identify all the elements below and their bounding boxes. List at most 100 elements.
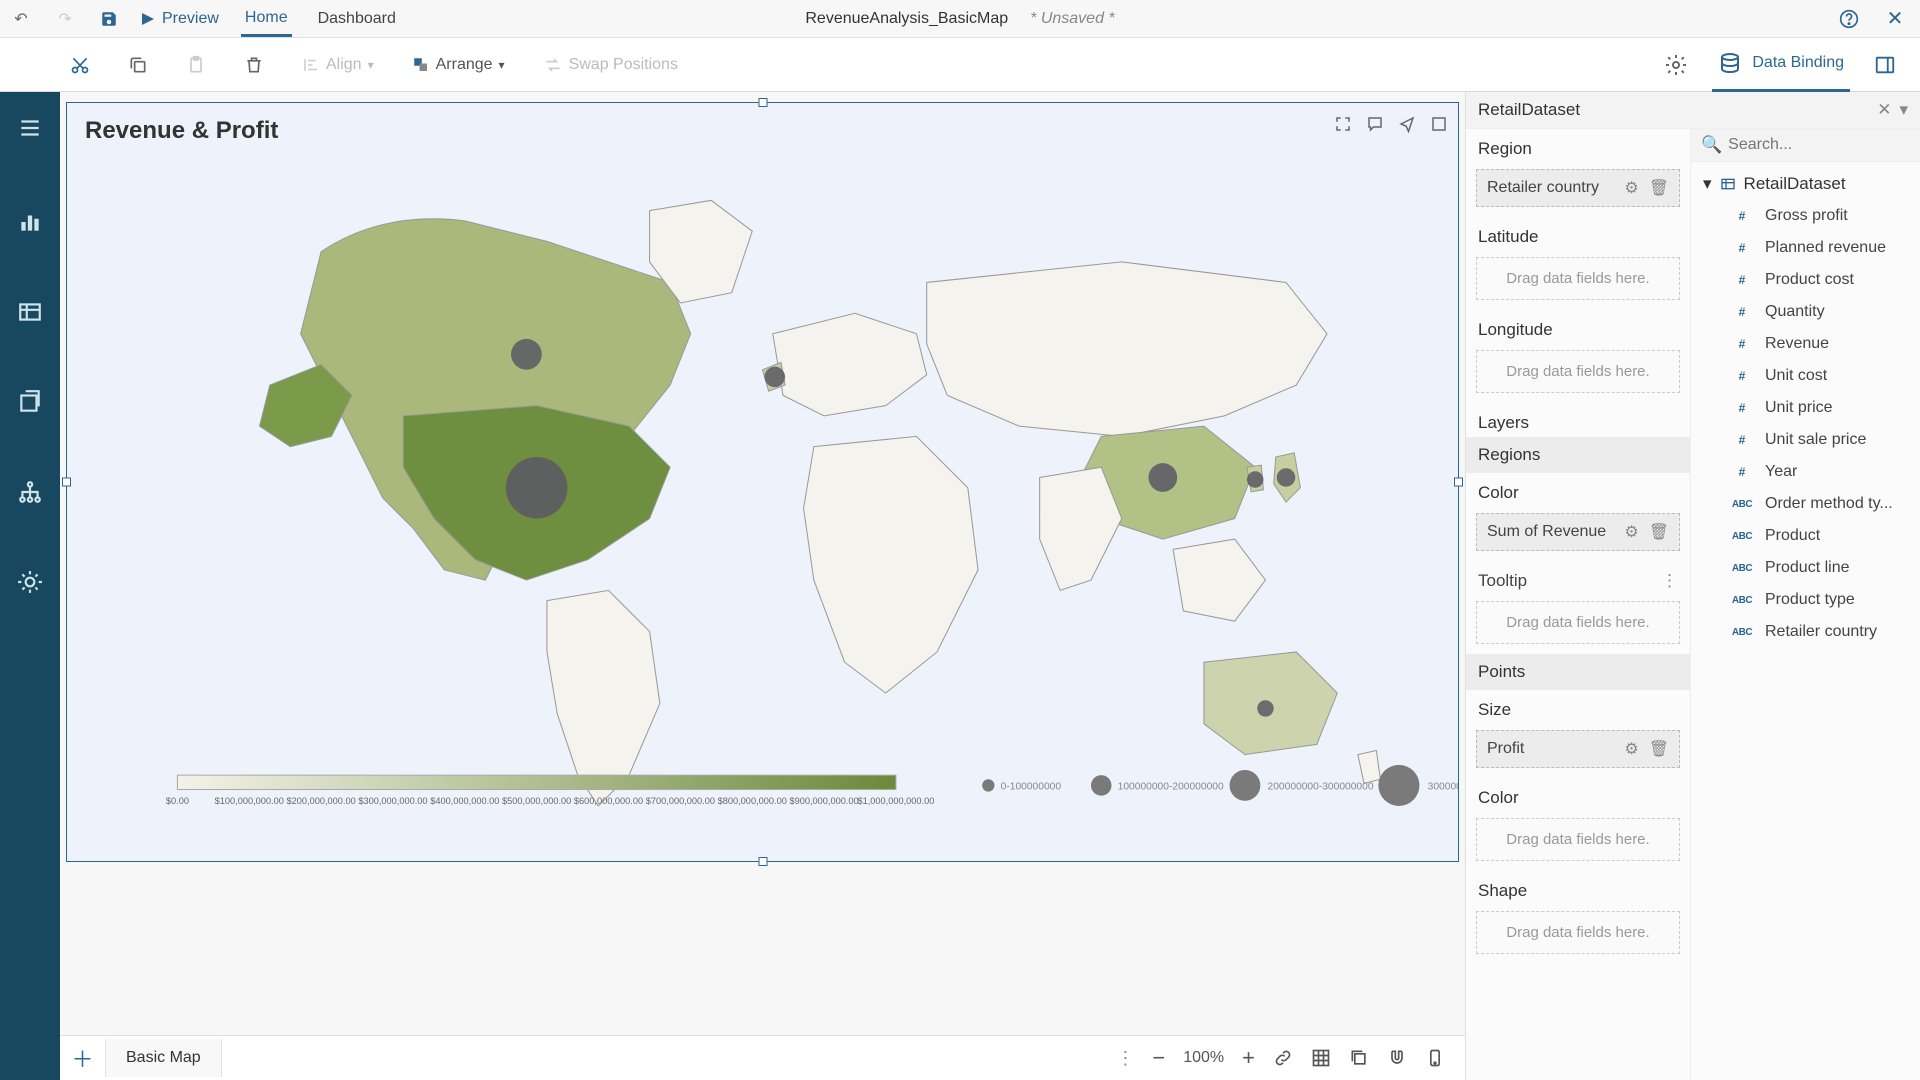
- canvas-area: Revenue & Profit: [60, 92, 1465, 1080]
- save-icon[interactable]: [98, 8, 120, 30]
- zoom-in-button[interactable]: +: [1242, 1045, 1255, 1071]
- longitude-label: Longitude: [1466, 310, 1690, 344]
- size-binding[interactable]: Profit ⚙ 🗑: [1476, 730, 1680, 768]
- field-item[interactable]: #Revenue: [1721, 328, 1916, 360]
- field-item[interactable]: #Unit sale price: [1721, 424, 1916, 456]
- data-binding-tab[interactable]: Data Binding: [1712, 37, 1850, 92]
- sheet-tabs-bar: ＋ Basic Map ⋮ − 100% +: [60, 1035, 1465, 1080]
- close-icon[interactable]: ✕: [1884, 8, 1906, 30]
- field-item[interactable]: ABCRetailer country: [1721, 616, 1916, 648]
- gear-icon[interactable]: ⚙: [1624, 739, 1638, 759]
- resize-handle-bottom[interactable]: [758, 857, 767, 866]
- legend-tick: $400,000,000.00: [430, 796, 499, 806]
- field-item[interactable]: ABCOrder method ty...: [1721, 488, 1916, 520]
- trash-icon[interactable]: 🗑: [1649, 178, 1669, 198]
- field-item[interactable]: #Planned revenue: [1721, 232, 1916, 264]
- point-bucket: 300000000-400000000: [1428, 782, 1458, 793]
- swap-label: Swap Positions: [569, 56, 678, 74]
- field-name: Product type: [1765, 591, 1855, 609]
- search-icon: 🔍: [1701, 135, 1722, 155]
- trash-icon[interactable]: 🗑: [1649, 522, 1669, 542]
- shape-dropzone[interactable]: Drag data fields here.: [1476, 911, 1680, 954]
- undo-icon[interactable]: ↶: [10, 8, 32, 30]
- delete-button[interactable]: [244, 55, 264, 75]
- redo-icon[interactable]: ↷: [54, 8, 76, 30]
- map-container: $0.00 $100,000,000.00 $200,000,000.00 $3…: [67, 149, 1458, 847]
- share-icon[interactable]: [1398, 115, 1416, 133]
- comment-icon[interactable]: [1366, 115, 1384, 133]
- field-item[interactable]: #Product cost: [1721, 264, 1916, 296]
- region-color-binding[interactable]: Sum of Revenue ⚙ 🗑: [1476, 513, 1680, 551]
- add-sheet-button[interactable]: ＋: [60, 1042, 105, 1074]
- latitude-dropzone[interactable]: Drag data fields here.: [1476, 257, 1680, 300]
- region-label: Region: [1466, 129, 1690, 163]
- point-bucket: 200000000-300000000: [1268, 782, 1374, 793]
- zoom-out-button[interactable]: −: [1152, 1045, 1165, 1071]
- field-item[interactable]: #Unit cost: [1721, 360, 1916, 392]
- region-binding[interactable]: Retailer country ⚙ 🗑: [1476, 169, 1680, 207]
- gear-icon[interactable]: ⚙: [1624, 522, 1638, 542]
- dataset-selector[interactable]: [1478, 100, 1869, 120]
- arrange-button[interactable]: Arrange ▾: [412, 56, 505, 74]
- paste-button[interactable]: [186, 55, 206, 75]
- legend-tick: $800,000,000.00: [718, 796, 787, 806]
- arrange-label: Arrange: [436, 56, 493, 74]
- export-icon[interactable]: [1430, 115, 1448, 133]
- tab-home[interactable]: Home: [241, 1, 292, 37]
- numeric-type-icon: #: [1729, 401, 1755, 415]
- nav-tables-icon[interactable]: [0, 282, 60, 342]
- align-button[interactable]: Align ▾: [302, 56, 374, 74]
- data-binding-panel: ✕ ▾ Region Retailer country ⚙ 🗑 Latitude…: [1465, 92, 1920, 1080]
- more-icon[interactable]: ⋮: [1661, 571, 1678, 591]
- nav-hierarchy-icon[interactable]: [0, 462, 60, 522]
- field-item[interactable]: #Gross profit: [1721, 200, 1916, 232]
- fullscreen-icon[interactable]: [1334, 115, 1352, 133]
- field-name: Product: [1765, 527, 1820, 545]
- numeric-type-icon: #: [1729, 465, 1755, 479]
- text-type-icon: ABC: [1729, 563, 1755, 574]
- menu-icon[interactable]: [0, 98, 60, 158]
- map-widget[interactable]: Revenue & Profit: [66, 102, 1459, 862]
- tooltip-dropzone[interactable]: Drag data fields here.: [1476, 601, 1680, 644]
- swap-positions-button[interactable]: Swap Positions: [543, 55, 678, 75]
- text-type-icon: ABC: [1729, 627, 1755, 638]
- tab-dashboard[interactable]: Dashboard: [314, 2, 400, 36]
- dataset-tree-root[interactable]: ▾ RetailDataset: [1695, 168, 1916, 200]
- cut-button[interactable]: [70, 55, 90, 75]
- chart-title: Revenue & Profit: [67, 103, 1458, 149]
- field-item[interactable]: #Unit price: [1721, 392, 1916, 424]
- settings-icon[interactable]: [1664, 53, 1688, 77]
- toggle-panel-icon[interactable]: [1874, 54, 1896, 76]
- trash-icon[interactable]: 🗑: [1649, 739, 1669, 759]
- sheet-tab[interactable]: Basic Map: [105, 1039, 222, 1077]
- link-icon[interactable]: [1273, 1048, 1293, 1068]
- duplicate-icon[interactable]: [1349, 1048, 1369, 1068]
- document-title: RevenueAnalysis_BasicMap: [805, 10, 1008, 28]
- resize-handle-top[interactable]: [758, 98, 767, 107]
- top-bar: ↶ ↷ Preview Home Dashboard RevenueAnalys…: [0, 0, 1920, 38]
- longitude-dropzone[interactable]: Drag data fields here.: [1476, 350, 1680, 393]
- nav-charts-icon[interactable]: [0, 192, 60, 252]
- clear-dataset-icon[interactable]: ✕: [1877, 100, 1891, 120]
- field-item[interactable]: #Quantity: [1721, 296, 1916, 328]
- copy-button[interactable]: [128, 55, 148, 75]
- point-color-label: Color: [1466, 778, 1690, 812]
- gear-icon[interactable]: ⚙: [1624, 178, 1638, 198]
- field-item[interactable]: ABC Product type: [1721, 584, 1916, 616]
- nav-insights-icon[interactable]: [0, 552, 60, 612]
- grid-icon[interactable]: [1311, 1048, 1331, 1068]
- field-item[interactable]: ABCProduct line: [1721, 552, 1916, 584]
- field-search-input[interactable]: [1728, 136, 1910, 154]
- preview-button[interactable]: Preview: [142, 10, 219, 28]
- point-color-dropzone[interactable]: Drag data fields here.: [1476, 818, 1680, 861]
- device-icon[interactable]: [1425, 1048, 1445, 1068]
- text-type-icon: ABC: [1729, 595, 1755, 606]
- field-item[interactable]: ABCProduct: [1721, 520, 1916, 552]
- field-name: Revenue: [1765, 335, 1829, 353]
- snap-icon[interactable]: [1387, 1048, 1407, 1068]
- field-item[interactable]: #Year: [1721, 456, 1916, 488]
- more-icon[interactable]: ⋮: [1116, 1048, 1134, 1069]
- dataset-chevron-icon[interactable]: ▾: [1899, 100, 1908, 120]
- nav-pages-icon[interactable]: [0, 372, 60, 432]
- help-icon[interactable]: [1838, 8, 1860, 30]
